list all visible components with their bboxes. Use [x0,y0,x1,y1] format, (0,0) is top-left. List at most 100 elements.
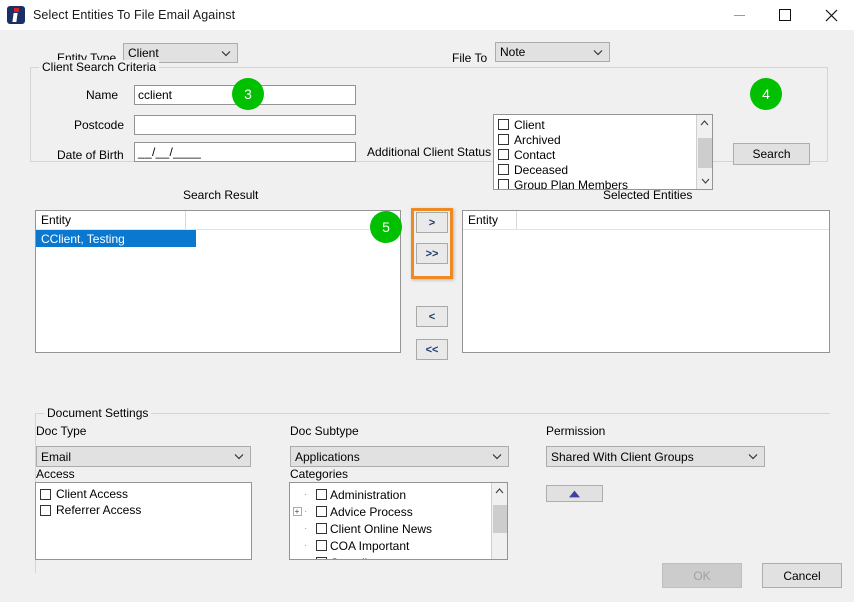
category-item[interactable]: · COA Important [290,537,507,554]
step-badge-4: 4 [750,78,782,110]
doc-subtype-select[interactable]: Applications [290,446,509,467]
expand-plus-icon[interactable]: + [292,507,302,516]
categories-label: Categories [290,467,349,481]
close-icon [825,9,837,21]
postcode-input[interactable] [134,115,356,135]
access-label: Access [36,467,75,481]
date-of-birth-input[interactable]: __/__/____ [134,142,356,162]
status-option-container: Client Archived Contact Deceased Group Plan … [494,115,712,189]
checkbox-icon[interactable] [316,557,327,559]
maximize-button[interactable] [762,0,808,30]
status-option[interactable]: Deceased [494,162,712,177]
search-button-label: Search [752,147,791,161]
file-to-select[interactable]: Note [495,42,610,62]
up-arrow-icon [569,490,580,497]
tree-line-icon: · [304,557,316,559]
status-option-label: Archived [514,132,561,147]
access-option[interactable]: Referrer Access [36,502,251,518]
cancel-button[interactable]: Cancel [762,563,842,588]
document-settings-legend: Document Settings [44,406,152,420]
entity-type-value: Client [128,46,159,60]
scrollbar-thumb[interactable] [698,138,712,168]
date-of-birth-label: Date of Birth [57,148,124,162]
chevron-down-icon [489,453,505,460]
ok-button[interactable]: OK [662,563,742,588]
status-list-scrollbar[interactable] [696,115,712,189]
search-result-rows: CClient, Testing [36,230,400,247]
file-to-value: Note [500,45,526,59]
close-button[interactable] [808,0,854,30]
scroll-down-icon[interactable] [697,173,712,189]
window-controls [716,0,854,30]
category-item[interactable]: · Administration [290,486,507,503]
move-all-left-button[interactable]: << [416,339,448,360]
table-row[interactable]: CClient, Testing [36,230,196,247]
category-item[interactable]: · Compliance [290,554,507,559]
checkbox-icon[interactable] [316,489,327,500]
client-search-criteria-legend: Client Search Criteria [39,60,160,74]
status-option-label: Contact [514,147,556,162]
categories-scrollbar[interactable] [491,483,507,559]
tree-line-icon: · [304,523,308,534]
collapse-section-button[interactable] [546,485,603,502]
doc-type-value: Email [41,449,72,464]
tree-line-icon: · [304,506,308,517]
move-left-button[interactable]: < [416,306,448,327]
scroll-up-icon[interactable] [697,115,712,131]
access-list[interactable]: Client Access Referrer Access [35,482,252,560]
search-result-header: Entity [36,211,400,230]
status-option[interactable]: Archived [494,132,712,147]
checkbox-icon[interactable] [498,149,509,160]
checkbox-icon[interactable] [316,523,327,534]
move-right-button[interactable]: > [416,212,448,233]
checkbox-icon[interactable] [498,179,509,189]
status-option[interactable]: Contact [494,147,712,162]
doc-subtype-value: Applications [295,449,360,464]
checkbox-icon[interactable] [316,506,327,517]
search-result-label: Search Result [183,188,259,202]
tree-line-icon: · [304,489,308,500]
step-badge-3: 3 [232,78,264,110]
window-title: Select Entities To File Email Against [33,8,236,22]
selected-entities-list[interactable]: Entity [462,210,830,353]
scrollbar-thumb[interactable] [493,505,507,533]
move-all-left-label: << [425,343,439,356]
permission-value: Shared With Client Groups [551,449,694,464]
permission-select[interactable]: Shared With Client Groups [546,446,765,467]
category-item-label: Client Online News [330,521,433,536]
dialog-body: Entity Type Client File To Note Client S… [0,30,854,602]
checkbox-icon[interactable] [40,504,51,516]
checkbox-icon[interactable] [40,488,51,500]
category-item[interactable]: + · Advice Process [290,503,507,520]
cancel-button-label: Cancel [783,568,821,583]
checkbox-icon[interactable] [498,134,509,145]
checkbox-icon[interactable] [316,540,327,551]
checkbox-icon[interactable] [498,164,509,175]
doc-type-label: Doc Type [36,424,87,438]
chevron-down-icon [590,49,606,56]
app-logo-icon [7,6,25,24]
step-badge-5: 5 [370,211,402,243]
name-label: Name [86,88,119,102]
categories-tree[interactable]: · Administration + · Advice Process · Client O… [289,482,508,560]
status-option-label: Deceased [514,162,569,177]
status-option[interactable]: Client [494,117,712,132]
search-button[interactable]: Search [733,143,810,165]
search-result-list[interactable]: Entity CClient, Testing [35,210,401,353]
access-option[interactable]: Client Access [36,486,251,502]
category-item[interactable]: · Client Online News [290,520,507,537]
access-option-label: Referrer Access [56,503,142,517]
maximize-icon [779,9,791,21]
minimize-button[interactable] [716,0,762,30]
move-all-right-button[interactable]: >> [416,243,448,264]
access-option-container: Client Access Referrer Access [36,483,251,518]
category-item-label: Administration [330,487,407,502]
postcode-label: Postcode [74,118,125,132]
scroll-up-icon[interactable] [492,483,507,499]
permission-label: Permission [546,424,606,438]
checkbox-icon[interactable] [498,119,509,130]
additional-client-status-list[interactable]: Client Archived Contact Deceased Group Plan … [493,114,713,190]
doc-type-select[interactable]: Email [36,446,251,467]
move-right-label: > [428,216,436,229]
search-result-column-entity: Entity [36,211,186,229]
